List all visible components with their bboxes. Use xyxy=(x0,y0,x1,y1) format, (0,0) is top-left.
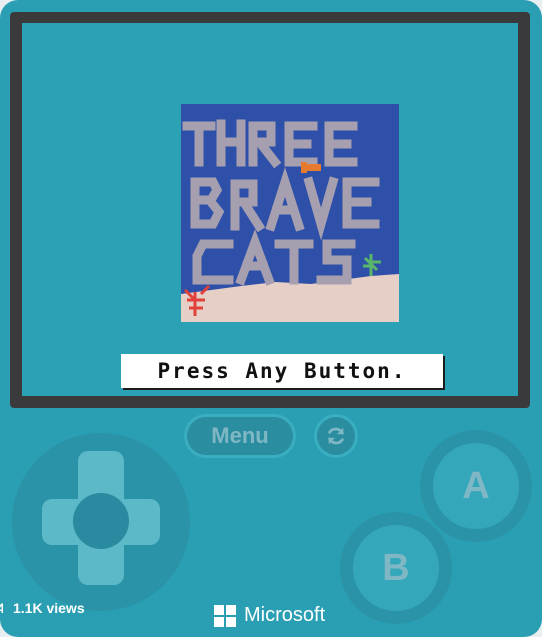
microsoft-logo-icon xyxy=(214,604,236,627)
view-count: 4 1.1K views xyxy=(0,600,85,616)
view-count-text: 1.1K views xyxy=(13,600,85,616)
title-art xyxy=(181,104,399,322)
a-button-label: A xyxy=(462,464,490,507)
reset-button[interactable] xyxy=(314,414,358,458)
a-button-ring: A xyxy=(420,430,532,542)
press-any-button-box: Press Any Button. xyxy=(121,354,443,388)
press-any-button-text: Press Any Button. xyxy=(157,359,407,383)
view-count-edge-digit: 4 xyxy=(0,600,3,616)
refresh-icon xyxy=(328,427,344,445)
menu-button[interactable]: Menu xyxy=(184,414,296,458)
dpad xyxy=(12,433,190,611)
b-button-ring: B xyxy=(340,512,452,624)
game-screen[interactable]: Press Any Button. xyxy=(22,23,518,396)
screen-frame: Press Any Button. xyxy=(10,12,530,408)
game-console: Press Any Button. Menu A B 4 1. xyxy=(0,0,542,637)
a-button[interactable]: A xyxy=(433,443,519,529)
b-button-label: B xyxy=(382,546,410,589)
b-button[interactable]: B xyxy=(353,525,439,611)
microsoft-brand: Microsoft xyxy=(214,604,325,627)
dpad-center xyxy=(73,493,129,549)
menu-button-label: Menu xyxy=(211,423,269,448)
microsoft-brand-text: Microsoft xyxy=(244,604,326,626)
